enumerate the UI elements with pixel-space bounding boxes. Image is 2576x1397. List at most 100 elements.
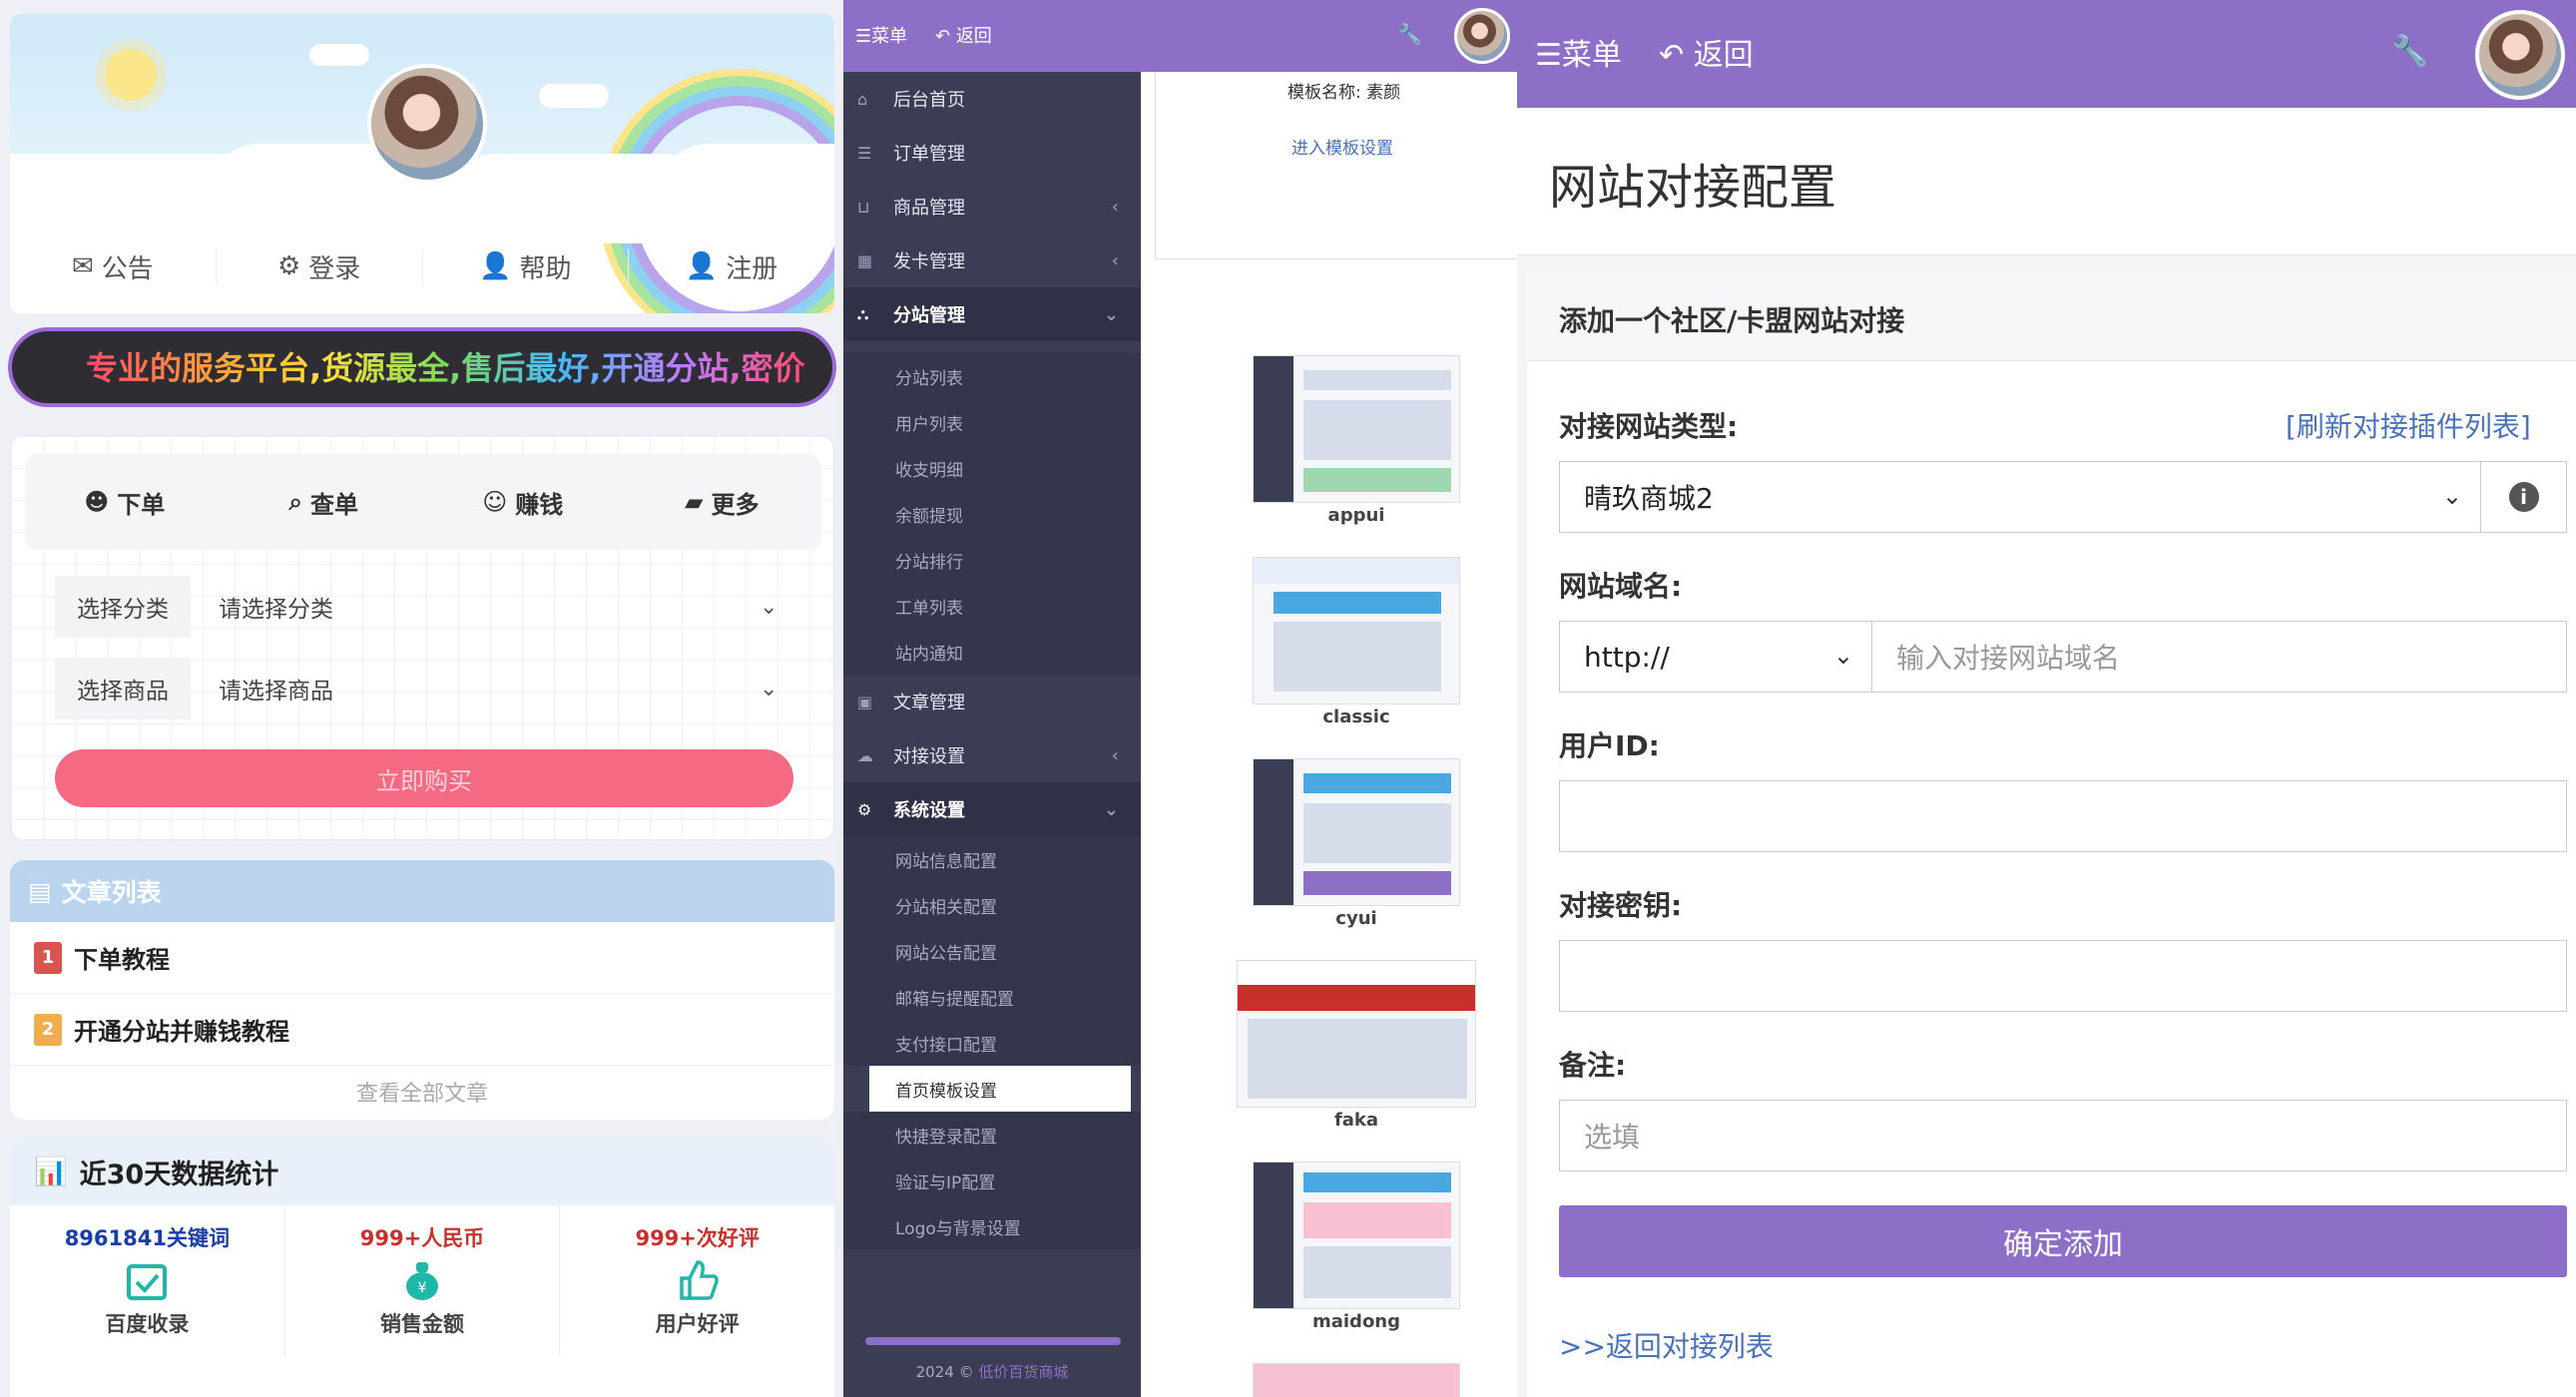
back-button[interactable]: ↶ 返回 [1659,30,1754,74]
secret-input[interactable] [1559,940,2567,1012]
article-header: ▤ 文章列表 [10,860,834,922]
grid-icon: ▦ [857,250,873,270]
hamburger-icon: ☰ [1535,38,1562,73]
wrench-icon[interactable]: 🔧 [1397,22,1422,46]
chevron-left-icon: ‹ [1111,249,1119,271]
store-header: ✉ 公告 ⚙ 登录 👤 帮助 👤 注册 [10,14,834,313]
sidebar-subitem[interactable]: 分站相关配置 [843,882,1141,928]
back-arrow-icon: ↶ [1659,38,1694,73]
template-thumb[interactable] [1253,557,1460,704]
note-label: 备注: [1559,1049,1627,1082]
product-select[interactable]: 选择商品 请选择商品 ⌄ [55,658,799,719]
footer-brand-link[interactable]: 低价百货商城 [978,1363,1068,1381]
nav-login[interactable]: ⚙ 登录 [217,247,423,285]
template-label: cyui [1335,908,1377,929]
sidebar-subitem[interactable]: 邮箱与提醒配置 [843,974,1141,1020]
calendar-check-icon [127,1264,168,1300]
sidebar-subitem[interactable]: 用户列表 [843,399,1141,445]
template-thumb[interactable] [1253,1162,1460,1309]
tab-more[interactable]: ▰ 更多 [623,485,822,520]
category-select[interactable]: 选择分类 请选择分类 ⌄ [55,576,799,638]
order-tabs: ☻ 下单 ⌕ 查单 ☺ 赚钱 ▰ 更多 [25,454,821,550]
tab-query[interactable]: ⌕ 查单 [225,485,424,520]
sidebar-item-goods[interactable]: ⊔ 商品管理 ‹ [843,180,1141,233]
template-label: faka [1333,1110,1379,1131]
protocol-select[interactable]: http:// ⌄ [1559,621,1872,693]
sidebar-footer: 2024 © 低价百货商城 [915,1363,1069,1381]
sidebar-subitem[interactable]: 网站公告配置 [843,928,1141,974]
sidebar-subitem[interactable]: 分站列表 [843,353,1141,399]
storefront-panel: ✉ 公告 ⚙ 登录 👤 帮助 👤 注册 专业的服务平台,货源最全,售后最好,开通分站,密… [0,0,843,1397]
template-thumb[interactable] [1253,1363,1460,1397]
userid-input[interactable] [1559,780,2567,852]
domain-input[interactable]: 输入对接网站域名 [1872,621,2567,693]
nav-help[interactable]: 👤 帮助 [423,247,630,285]
type-label: 对接网站类型: [1559,410,1739,443]
admin-panel: ☰菜单 ↶ 返回 🔧 ⌂ 后台首页 ☰ 订单管理 ⊔ 商品管理 ‹ ▦ 发卡管理 ‹ ⛬ 分站… [843,0,1517,1397]
template-thumb[interactable] [1237,960,1476,1108]
nav-register[interactable]: 👤 注册 [629,248,834,285]
money-bag-icon: ¥ [406,1262,438,1300]
template-label: classic [1322,706,1390,727]
wrench-icon[interactable]: 🔧 [2391,34,2428,69]
info-icon: i [2508,482,2539,512]
sidebar-item-dock[interactable]: ☁ 对接设置 ‹ [843,728,1141,782]
sidebar-subitem[interactable]: 站内通知 [843,629,1141,675]
menu-button[interactable]: ☰菜单 [855,22,907,48]
sidebar-subitem-active[interactable]: 首页模板设置 [869,1066,1131,1112]
info-button[interactable]: i [2481,461,2567,533]
sidebar-scrollbar[interactable] [865,1337,1121,1345]
tab-earn[interactable]: ☺ 赚钱 [423,485,623,520]
submit-button[interactable]: 确定添加 [1559,1205,2567,1277]
back-arrow-icon: ↶ [935,26,956,47]
sidebar-subitem[interactable]: 分站排行 [843,537,1141,583]
menu-button[interactable]: ☰菜单 [1535,30,1622,74]
sidebar-item-home[interactable]: ⌂ 后台首页 [843,72,1141,126]
sidebar-subitem[interactable]: 工单列表 [843,583,1141,629]
sidebar-item-articles[interactable]: ▣ 文章管理 [843,675,1141,728]
template-settings-link[interactable]: 进入模板设置 [1291,134,1393,159]
chevron-down-icon: ⌄ [2441,482,2462,510]
template-thumb[interactable] [1253,758,1460,906]
sidebar-item-sites[interactable]: ⛬ 分站管理 ⌄ [843,287,1141,341]
back-to-list-link[interactable]: >>返回对接列表 [1559,1325,1774,1365]
marquee-text: 专业的服务平台,货源最全,售后最好,开通分站,密价 [86,343,805,389]
stat-item: 8961841关键词 百度收录 [10,1205,285,1355]
tab-order[interactable]: ☻ 下单 [25,485,225,520]
home-icon: ⌂ [857,89,868,109]
book-icon: ▣ [857,692,873,711]
sidebar-item-system[interactable]: ⚙ 系统设置 ⌄ [843,782,1141,836]
domain-label: 网站域名: [1559,570,1683,603]
back-button[interactable]: ↶ 返回 [935,22,992,48]
sidebar-subitem[interactable]: Logo与背景设置 [843,1203,1141,1249]
envelope-open-icon: ✉ [71,251,94,281]
hamburger-icon: ☰ [855,26,872,47]
article-item[interactable]: 1 下单教程 [10,922,834,994]
nav-notice[interactable]: ✉ 公告 [10,247,217,285]
article-card: ▤ 文章列表 1 下单教程 2 开通分站并赚钱教程 查看全部文章 [10,860,834,1120]
chevron-down-icon: ⌄ [1832,642,1853,670]
store-nav: ✉ 公告 ⚙ 登录 👤 帮助 👤 注册 [10,232,834,301]
site-type-select[interactable]: 晴玖商城2 ⌄ [1559,461,2481,533]
bar-chart-icon: 📊 [34,1157,68,1187]
sidebar-item-orders[interactable]: ☰ 订单管理 [843,126,1141,180]
sidebar-subitem[interactable]: 余额提现 [843,491,1141,537]
avatar[interactable] [367,64,487,184]
template-thumb[interactable] [1253,355,1460,503]
cloud-icon [539,84,609,108]
page-title: 网站对接配置 [1549,160,1837,216]
sidebar-item-cards[interactable]: ▦ 发卡管理 ‹ [843,233,1141,287]
sidebar-subitem[interactable]: 支付接口配置 [843,1020,1141,1066]
buy-button[interactable]: 立即购买 [55,749,793,807]
sidebar-subitem[interactable]: 网站信息配置 [843,836,1141,882]
avatar[interactable] [1454,8,1510,64]
sidebar-subitem[interactable]: 验证与IP配置 [843,1158,1141,1203]
article-item[interactable]: 2 开通分站并赚钱教程 [10,994,834,1066]
sidebar-subitem[interactable]: 收支明细 [843,445,1141,491]
view-all-articles-link[interactable]: 查看全部文章 [10,1066,834,1118]
sidebar-subitem[interactable]: 快捷登录配置 [843,1112,1141,1158]
avatar[interactable] [2475,10,2565,100]
note-input[interactable]: 选填 [1559,1100,2567,1171]
refresh-plugins-link[interactable]: [刷新对接插件列表] [2286,405,2531,445]
template-label: appui [1327,505,1385,526]
